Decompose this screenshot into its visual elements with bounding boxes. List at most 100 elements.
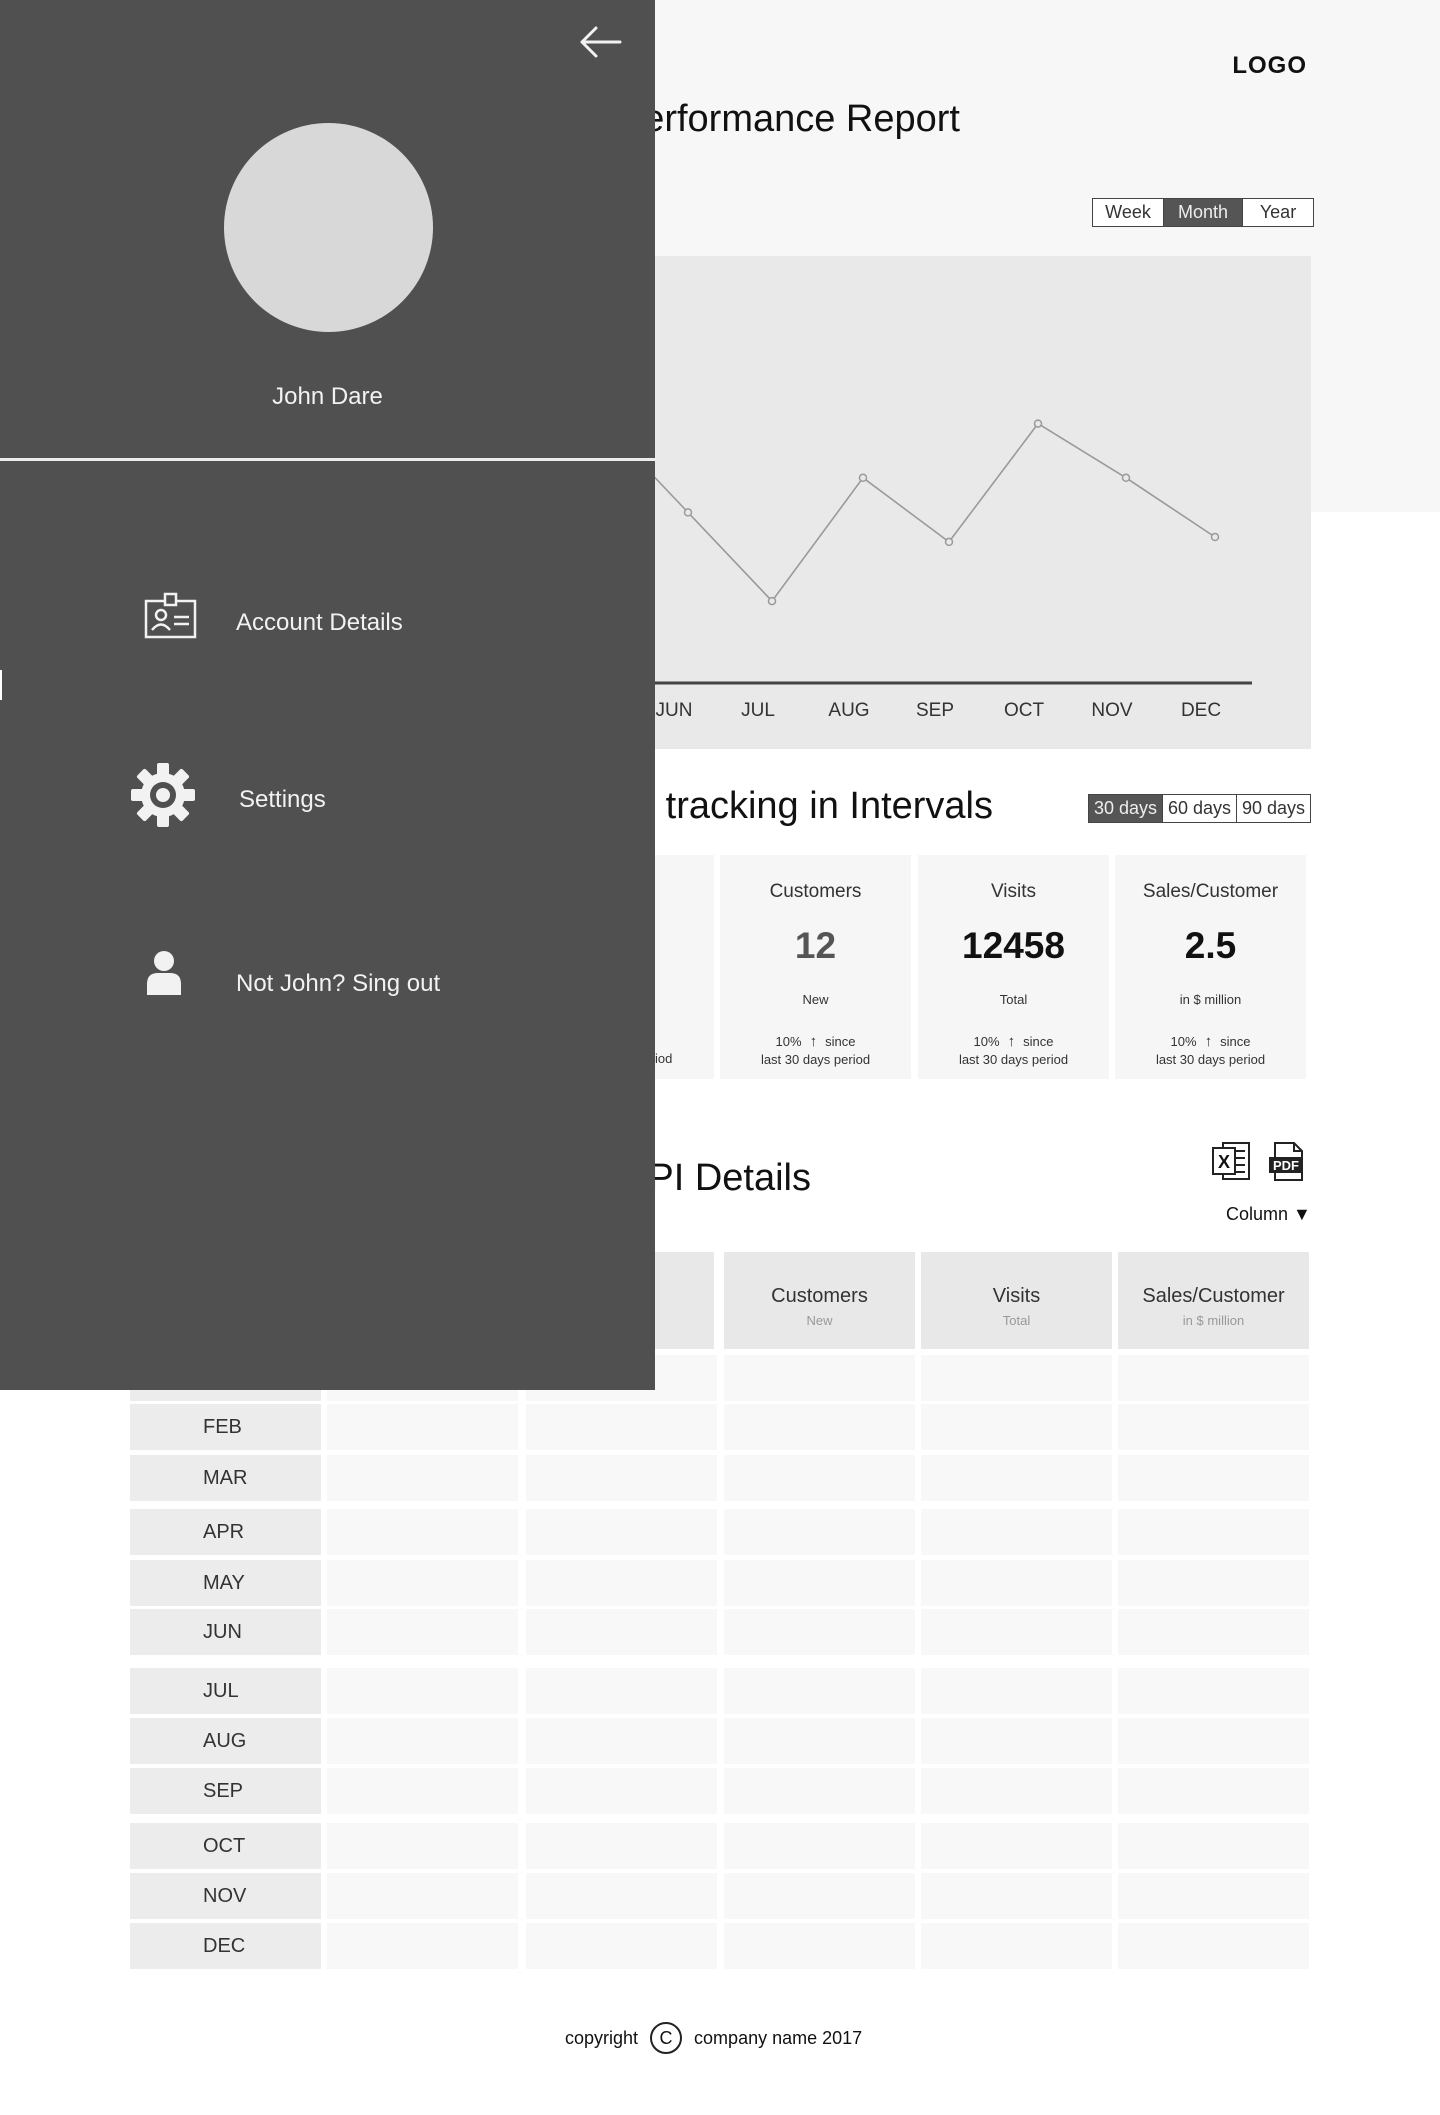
svg-text:PDF: PDF (1273, 1158, 1299, 1173)
company-name: company name 2017 (694, 2027, 863, 2048)
table-cell (724, 1455, 915, 1501)
kpi-card-customers: Customers 12 New 10% ↑ since last 30 days … (720, 855, 911, 1079)
performance-chart: JUN JUL AUG SEP OCT NOV DEC (650, 256, 1311, 749)
table-row-label: OCT (130, 1823, 321, 1869)
period-option-year[interactable]: Year (1243, 199, 1313, 226)
kpi-change-value: 10% (775, 1034, 802, 1049)
table-row-label: MAR (130, 1455, 321, 1501)
table-cell (724, 1355, 915, 1401)
table-cell (1118, 1873, 1309, 1919)
x-tick-label: DEC (1181, 700, 1221, 721)
kpi-sub: in $ million (1179, 992, 1242, 1007)
table-cell (921, 1355, 1112, 1401)
line-chart: JUN JUL AUG SEP OCT NOV DEC (650, 419, 1252, 721)
table-cell (921, 1560, 1112, 1606)
kpi-change-value: 10% (973, 1034, 1000, 1049)
kpi-since: since (1023, 1034, 1054, 1049)
table-row-label: FEB (130, 1404, 321, 1450)
table-cell (921, 1873, 1112, 1919)
kpi-label: Visits (990, 881, 1037, 902)
kpi-change: 10% ↑ since last 30 days period (918, 1033, 1109, 1069)
table-cell (724, 1718, 915, 1764)
table-header-sales[interactable]: Sales/Customer in $ million (1118, 1252, 1309, 1349)
table-cell (724, 1823, 915, 1869)
kpi-period: last 30 days period (958, 1052, 1069, 1067)
table-cell (724, 1404, 915, 1450)
table-header-partial (650, 1252, 714, 1349)
kpi-since: since (1220, 1034, 1251, 1049)
menu-item-settings[interactable]: Settings (0, 760, 655, 840)
side-drawer: John Dare Account Details Settings Not J… (0, 0, 655, 1390)
table-cell (526, 1768, 717, 1814)
table-cell (526, 1509, 717, 1555)
table-cell (327, 1823, 518, 1869)
pdf-icon[interactable]: PDF (1267, 1140, 1307, 1184)
kpi-change: 10% ↑ since last 30 days period (1115, 1033, 1306, 1069)
table-cell (921, 1823, 1112, 1869)
kpi-sub: Total (999, 992, 1028, 1007)
avatar (224, 123, 433, 332)
table-cell (724, 1668, 915, 1714)
gear-icon (131, 763, 195, 827)
menu-label: Not John? Sing out (236, 970, 441, 997)
table-cell (921, 1509, 1112, 1555)
table-cell (327, 1609, 518, 1655)
x-tick-label: OCT (1004, 700, 1045, 721)
data-point-dec (1210, 532, 1220, 542)
table-cell (724, 1560, 915, 1606)
table-cell (1118, 1455, 1309, 1501)
drawer-edge-marker (0, 670, 2, 700)
kpi-partial-period: iod (655, 1051, 673, 1066)
interval-option-60[interactable]: 60 days (1163, 795, 1237, 822)
table-cell (1118, 1768, 1309, 1814)
x-tick-label: JUL (741, 700, 775, 721)
back-arrow-icon[interactable] (578, 22, 624, 62)
table-cell (327, 1873, 518, 1919)
copyright-label: copyright (565, 2027, 639, 2048)
x-tick-label: SEP (916, 700, 954, 721)
table-header-visits[interactable]: Visits Total (921, 1252, 1112, 1349)
table-cell (1118, 1355, 1309, 1401)
table-cell (526, 1455, 717, 1501)
x-tick-label: NOV (1091, 700, 1133, 721)
user-icon (147, 951, 181, 995)
kpi-period: last 30 days period (1155, 1052, 1266, 1067)
table-row-label: SEP (130, 1768, 321, 1814)
menu-item-account-details[interactable]: Account Details (0, 583, 655, 663)
menu-item-sign-out[interactable]: Not John? Sing out (0, 944, 655, 1024)
excel-icon[interactable]: X (1211, 1140, 1253, 1184)
period-option-week[interactable]: Week (1093, 199, 1164, 226)
period-option-month[interactable]: Month (1164, 199, 1243, 226)
header-label: Customers (771, 1285, 868, 1307)
copyright-icon: C (650, 2022, 683, 2054)
kpi-change: 10% ↑ since last 30 days period (720, 1033, 911, 1069)
table-cell (1118, 1718, 1309, 1764)
table-cell (327, 1923, 518, 1969)
kpi-value: 12 (794, 925, 837, 966)
table-cell (526, 1609, 717, 1655)
kpi-card-sales: Sales/Customer 2.5 in $ million 10% ↑ sinc… (1115, 855, 1306, 1079)
table-cell (724, 1768, 915, 1814)
interval-option-30[interactable]: 30 days (1089, 795, 1163, 822)
table-cell (1118, 1668, 1309, 1714)
table-cell (327, 1509, 518, 1555)
kpi-period: last 30 days period (760, 1052, 871, 1067)
table-cell (327, 1768, 518, 1814)
table-cell (1118, 1609, 1309, 1655)
data-point-sep (944, 537, 954, 547)
column-dropdown[interactable]: Column ▼ (1226, 1204, 1311, 1225)
interval-selector: 30 days 60 days 90 days (1088, 794, 1311, 823)
footer: copyright C company name 2017 (565, 2022, 862, 2054)
table-cell (1118, 1404, 1309, 1450)
period-selector: Week Month Year (1092, 198, 1314, 227)
kpi-card-visits: Visits 12458 Total 10% ↑ since last 30 day… (918, 855, 1109, 1079)
logo: LOGO (1232, 52, 1307, 79)
table-cell (921, 1923, 1112, 1969)
table-cell (724, 1509, 915, 1555)
column-dropdown-label: Column (1226, 1204, 1289, 1224)
table-row-label: APR (130, 1509, 321, 1555)
table-cell (921, 1404, 1112, 1450)
interval-option-90[interactable]: 90 days (1237, 795, 1310, 822)
table-header-customers[interactable]: Customers New (724, 1252, 915, 1349)
header-label: Visits (992, 1285, 1041, 1307)
